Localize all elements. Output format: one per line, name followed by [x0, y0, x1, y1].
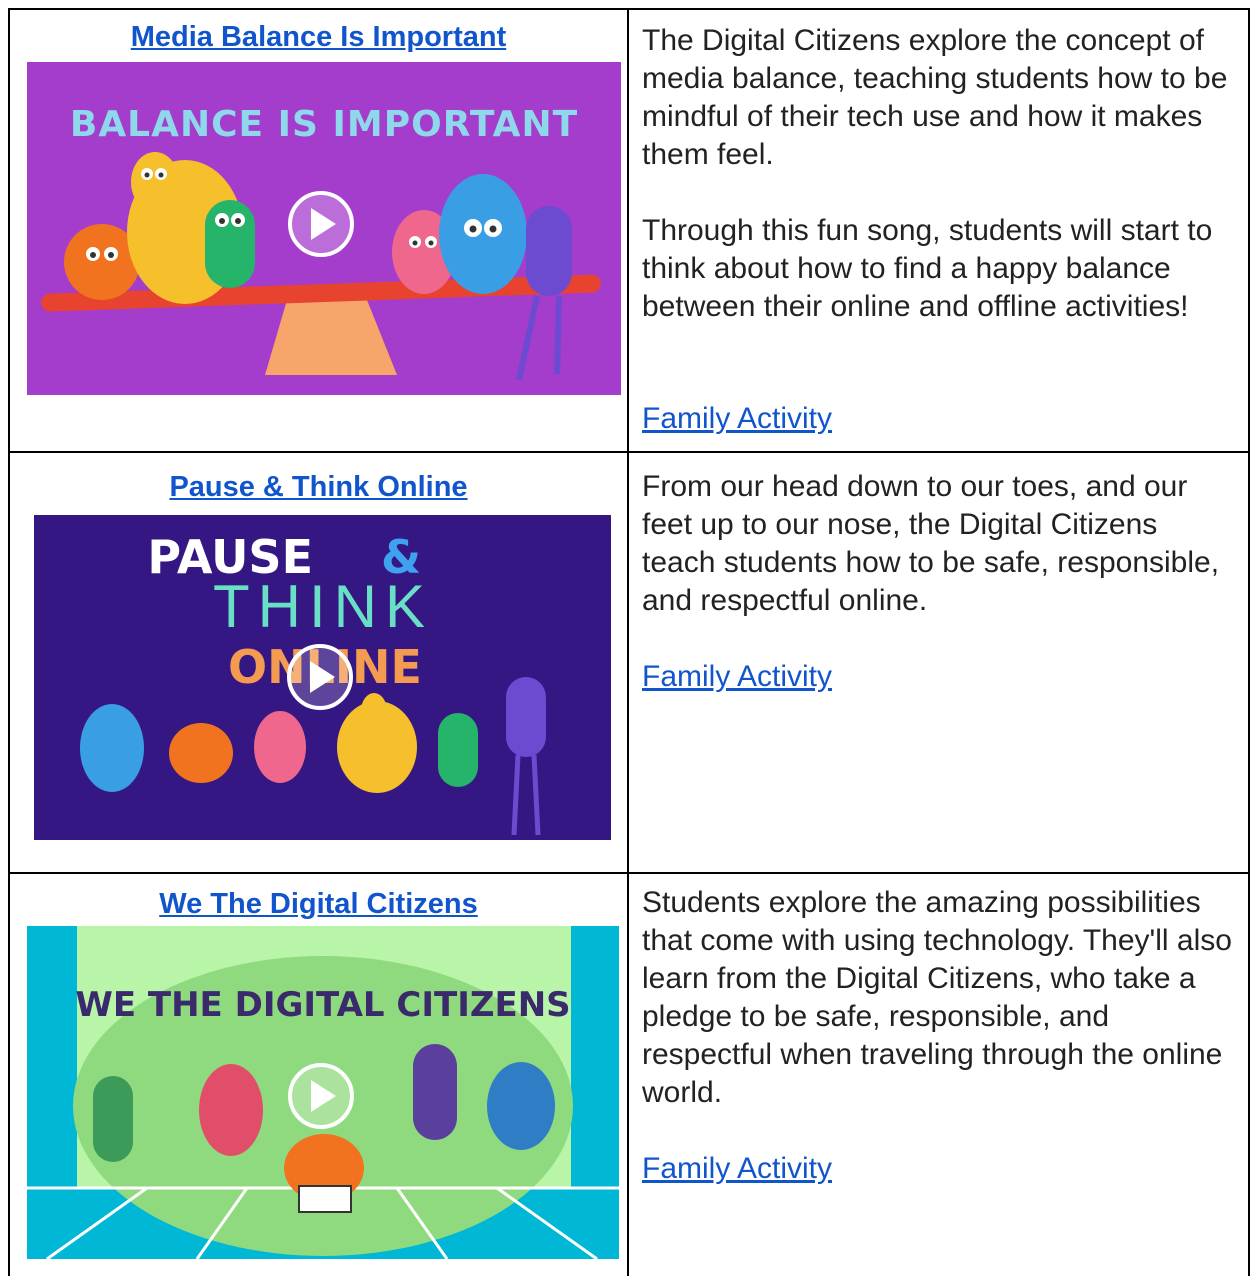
- video-description: From our head down to our toes, and our …: [642, 468, 1232, 658]
- video-title-link[interactable]: Media Balance Is Important: [10, 19, 627, 55]
- play-button-icon[interactable]: [288, 191, 354, 257]
- video-thumbnail[interactable]: PAUSE & THINK ONLINE: [34, 515, 611, 840]
- video-description: Students explore the amazing possibiliti…: [642, 884, 1242, 1150]
- video-title-link[interactable]: We The Digital Citizens: [10, 886, 627, 922]
- video-title-link[interactable]: Pause & Think Online: [10, 469, 627, 505]
- table-column-divider: [627, 8, 629, 1276]
- description-paragraph: From our head down to our toes, and our …: [642, 470, 1220, 617]
- video-thumbnail[interactable]: BALANCE IS IMPORTANT: [27, 62, 621, 395]
- video-thumbnail[interactable]: WE THE DIGITAL CITIZENS: [27, 926, 619, 1259]
- description-paragraph: Through this fun song, students will sta…: [642, 214, 1213, 323]
- play-button-icon[interactable]: [287, 644, 353, 710]
- description-paragraph: The Digital Citizens explore the concept…: [642, 24, 1228, 171]
- family-activity-link[interactable]: Family Activity: [642, 1150, 832, 1188]
- thumbnail-caption: BALANCE IS IMPORTANT: [70, 104, 578, 145]
- family-activity-link[interactable]: Family Activity: [642, 658, 832, 696]
- video-description: The Digital Citizens explore the concept…: [642, 22, 1232, 364]
- play-button-icon[interactable]: [288, 1063, 354, 1129]
- thumbnail-caption: WE THE DIGITAL CITIZENS: [75, 985, 570, 1025]
- description-paragraph: Students explore the amazing possibiliti…: [642, 886, 1232, 1109]
- family-activity-link[interactable]: Family Activity: [642, 400, 832, 438]
- thumbnail-caption: THINK: [213, 573, 433, 640]
- video-table: Media Balance Is Important BALANCE IS IM…: [0, 0, 1250, 1276]
